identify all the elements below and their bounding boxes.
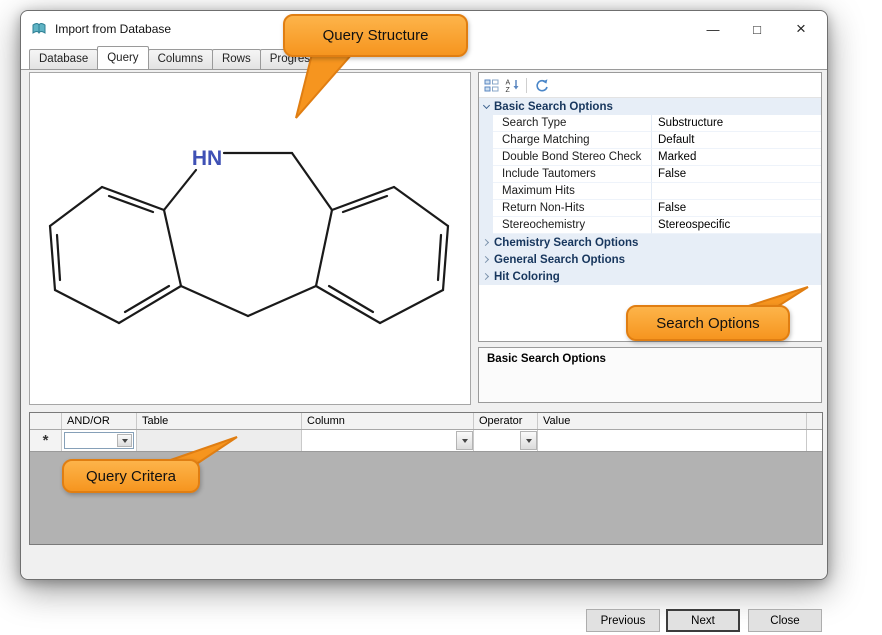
chevron-right-icon — [479, 257, 494, 262]
query-structure-callout: Query Structure — [283, 14, 468, 57]
search-options-callout: Search Options — [626, 305, 790, 341]
dropdown-arrow-icon[interactable] — [456, 431, 473, 450]
close-window-button[interactable]: × — [779, 11, 823, 47]
tab-strip: Database Query Columns Rows Progress — [29, 48, 325, 69]
property-row-maximum-hits[interactable]: Maximum Hits — [479, 183, 821, 200]
tab-rows[interactable]: Rows — [212, 49, 261, 69]
property-value[interactable]: Default — [652, 132, 821, 149]
search-options-grid: A Z Basic Search Options — [478, 72, 822, 342]
minimize-button[interactable]: — — [691, 11, 735, 47]
tab-columns[interactable]: Columns — [148, 49, 213, 69]
table-cell[interactable] — [137, 430, 302, 451]
group-hit-coloring[interactable]: Hit Coloring — [479, 268, 821, 285]
andor-cell — [62, 430, 137, 451]
column-header-column: Column — [302, 413, 474, 429]
chevron-right-icon — [479, 274, 494, 279]
chevron-right-icon — [479, 240, 494, 245]
property-value[interactable]: False — [652, 166, 821, 183]
next-button[interactable]: Next — [666, 609, 740, 632]
sort-alphabetical-icon[interactable]: A Z — [503, 76, 521, 94]
group-general-search-options[interactable]: General Search Options — [479, 251, 821, 268]
column-header-selector — [30, 413, 62, 429]
query-criteria-callout: Query Critera — [62, 459, 200, 493]
column-header-end — [807, 413, 822, 429]
property-value[interactable]: Marked — [652, 149, 821, 166]
property-value[interactable]: False — [652, 200, 821, 217]
svg-text:A: A — [505, 79, 510, 86]
group-chemistry-search-options[interactable]: Chemistry Search Options — [479, 234, 821, 251]
property-value[interactable]: Stereospecific — [652, 217, 821, 234]
column-cell[interactable] — [302, 430, 474, 451]
property-value[interactable]: Substructure — [652, 115, 821, 132]
maximize-button[interactable]: □ — [735, 11, 779, 47]
svg-text:Z: Z — [505, 87, 510, 93]
andor-dropdown[interactable] — [64, 432, 134, 449]
property-description-panel: Basic Search Options — [478, 347, 822, 403]
dropdown-arrow-icon[interactable] — [117, 434, 132, 447]
chemical-structure-drawing: HN — [30, 73, 470, 404]
toolbar-separator — [526, 78, 527, 93]
column-header-table: Table — [137, 413, 302, 429]
column-header-value: Value — [538, 413, 807, 429]
column-header-operator: Operator — [474, 413, 538, 429]
column-header-andor: AND/OR — [62, 413, 137, 429]
dropdown-arrow-icon[interactable] — [520, 431, 537, 450]
criteria-new-row: * — [30, 430, 822, 452]
chevron-down-icon — [479, 105, 494, 108]
description-title: Basic Search Options — [487, 353, 813, 365]
previous-button[interactable]: Previous — [586, 609, 660, 632]
import-from-database-window: Import from Database — □ × Database Quer… — [20, 10, 828, 580]
categorized-view-icon[interactable] — [482, 76, 500, 94]
nh-atom-label: HN — [192, 147, 222, 170]
property-row-stereochemistry[interactable]: Stereochemistry Stereospecific — [479, 217, 821, 234]
property-row-return-non-hits[interactable]: Return Non-Hits False — [479, 200, 821, 217]
property-row-search-type[interactable]: Search Type Substructure — [479, 115, 821, 132]
app-icon — [31, 21, 47, 37]
operator-cell[interactable] — [474, 430, 538, 451]
close-button[interactable]: Close — [748, 609, 822, 632]
end-cell — [807, 430, 822, 451]
value-cell[interactable] — [538, 430, 807, 451]
criteria-header-row: AND/OR Table Column Operator Value — [30, 413, 822, 430]
property-grid-toolbar: A Z — [479, 73, 821, 98]
row-selector-cell[interactable]: * — [30, 430, 62, 451]
tab-database[interactable]: Database — [29, 49, 98, 69]
window-title: Import from Database — [55, 22, 171, 36]
group-basic-search-options[interactable]: Basic Search Options — [479, 98, 821, 115]
property-row-charge-matching[interactable]: Charge Matching Default — [479, 132, 821, 149]
tab-query[interactable]: Query — [97, 46, 148, 69]
property-value[interactable] — [652, 183, 821, 200]
property-row-double-bond-stereo-check[interactable]: Double Bond Stereo Check Marked — [479, 149, 821, 166]
property-row-include-tautomers[interactable]: Include Tautomers False — [479, 166, 821, 183]
reset-options-icon[interactable] — [532, 76, 550, 94]
query-structure-canvas[interactable]: HN — [29, 72, 471, 405]
